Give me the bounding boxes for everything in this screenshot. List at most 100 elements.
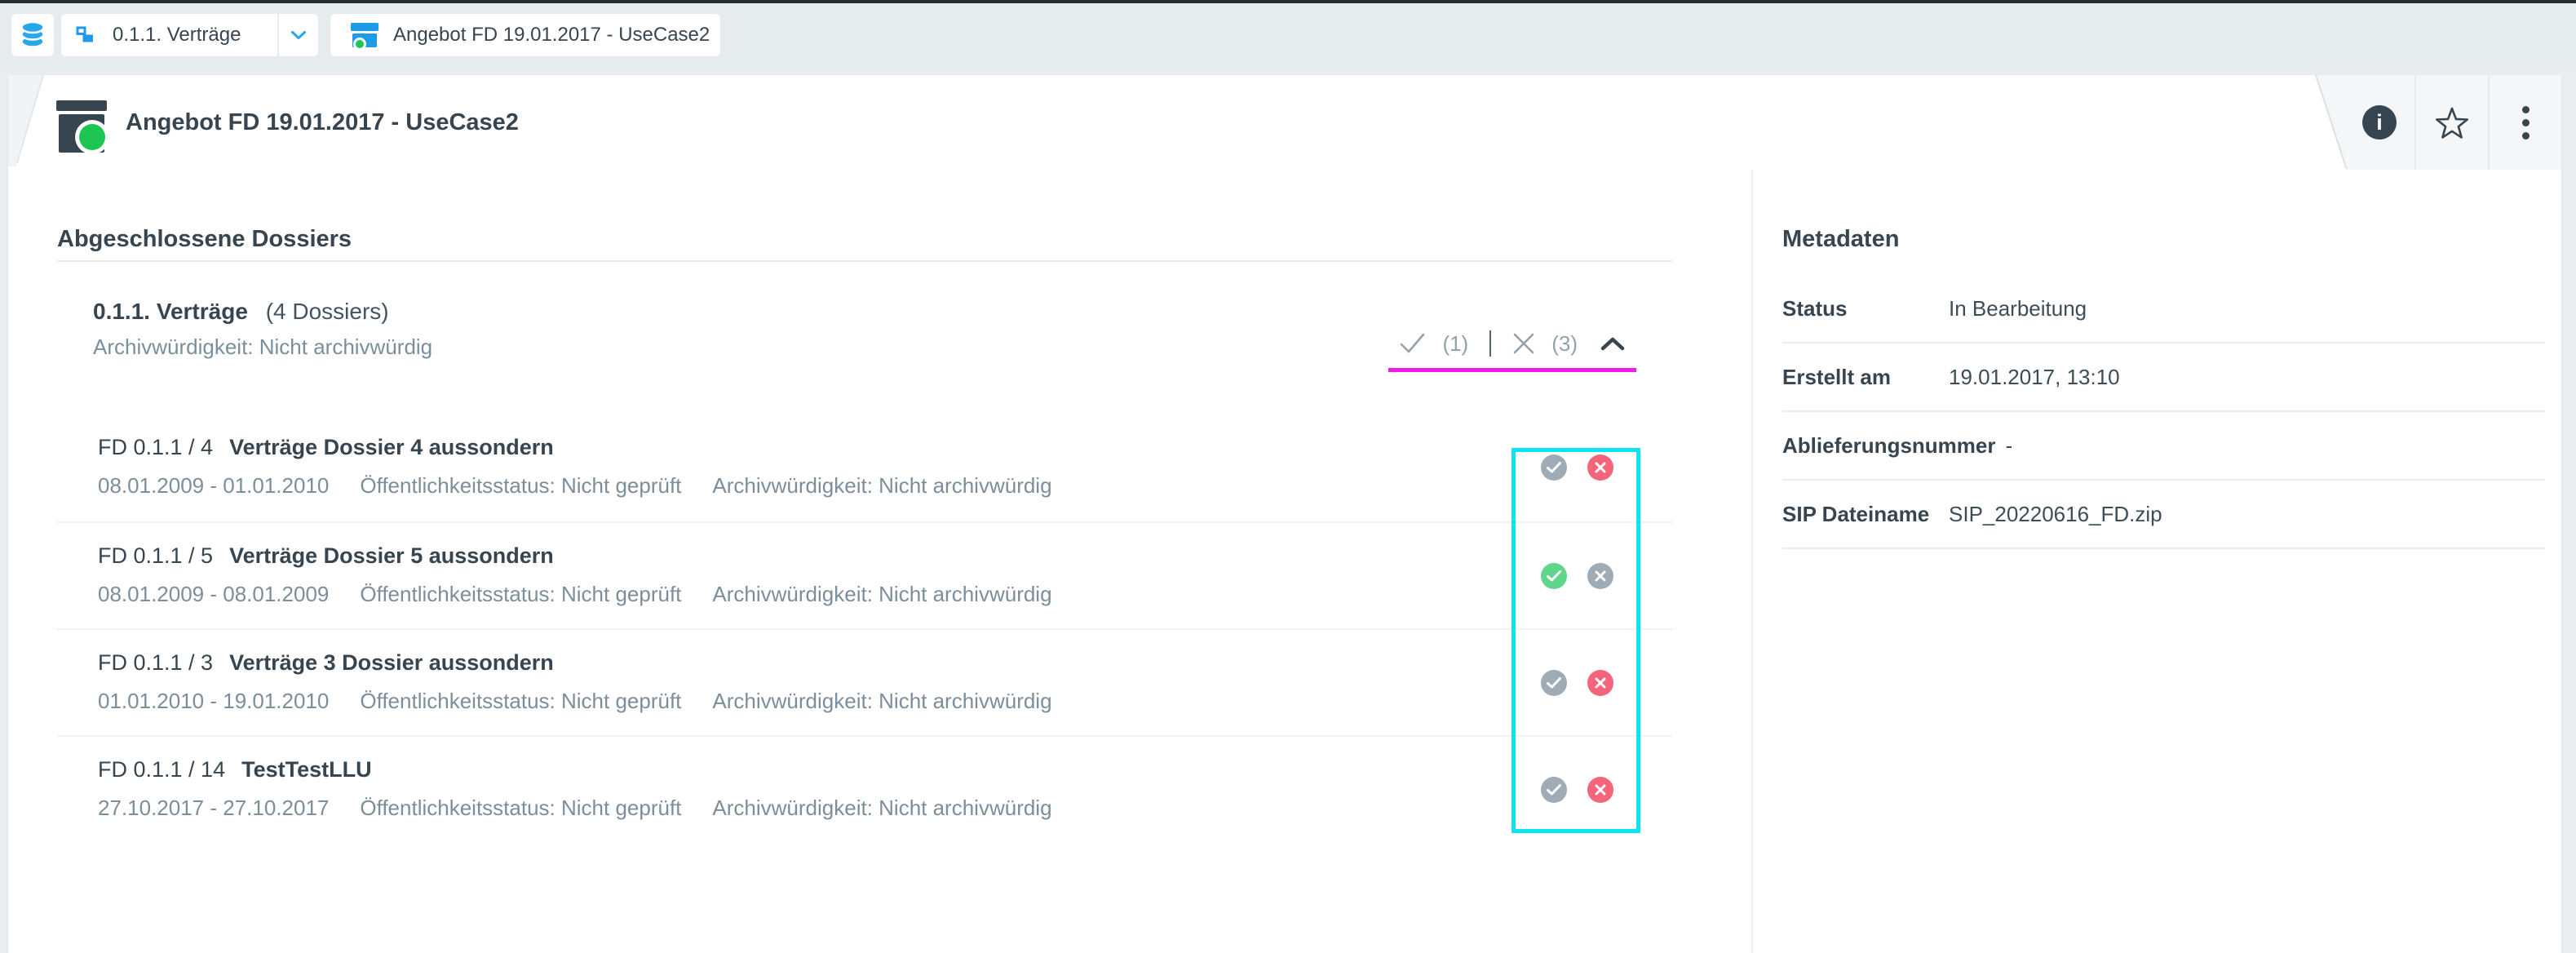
header-actions: i [2307, 75, 2561, 170]
dossier-title-line: FD 0.1.1 / 3 Verträge 3 Dossier aussonder… [98, 649, 1672, 676]
accept-dossier-button[interactable] [1541, 454, 1567, 481]
dossier-id: FD 0.1.1 / 5 [98, 543, 213, 568]
dossier-meta-line: 01.01.2010 - 19.01.2010 Öffentlichkeitsst… [98, 688, 1672, 714]
check-icon [1400, 333, 1426, 354]
heading-divider [57, 260, 1672, 262]
tab-bar: 0.1.1. Verträge Angebot FD 19.01.2017 - … [11, 14, 720, 56]
metadata-label: Status [1782, 296, 1949, 321]
accept-dossier-button[interactable] [1541, 563, 1567, 589]
dossier-meta-line: 08.01.2009 - 01.01.2010 Öffentlichkeitsst… [98, 472, 1672, 499]
metadata-panel: Metadaten Status In Bearbeitung Erstellt… [1751, 170, 2561, 953]
metadata-value: In Bearbeitung [1949, 296, 2087, 321]
hierarchy-icon [76, 26, 94, 44]
dossier-row[interactable]: FD 0.1.1 / 14 TestTestLLU 27.10.2017 - 27… [57, 735, 1672, 842]
dossier-id: FD 0.1.1 / 14 [98, 757, 225, 782]
metadata-value: - [2006, 433, 2013, 459]
metadata-row: Erstellt am 19.01.2017, 13:10 [1782, 344, 2545, 412]
dossier-list-section: Abgeschlossene Dossiers 0.1.1. Verträge … [57, 170, 1672, 953]
dossier-date-range: 08.01.2009 - 01.01.2010 [98, 473, 329, 498]
chevron-down-icon [290, 30, 307, 40]
accepted-count: (1) [1442, 331, 1468, 357]
dossier-archival-status: Archivwürdigkeit: Nicht archivwürdig [712, 473, 1051, 498]
dossier-title-line: FD 0.1.1 / 14 TestTestLLU [98, 756, 1672, 783]
metadata-label: Ablieferungsnummer [1782, 433, 2006, 459]
card-body: Abgeschlossene Dossiers 0.1.1. Verträge … [8, 170, 2561, 953]
archive-box-logo [56, 100, 107, 153]
dossier-decision-buttons [1541, 563, 1613, 589]
reject-dossier-button[interactable] [1587, 563, 1613, 589]
metadata-row: Ablieferungsnummer - [1782, 412, 2545, 481]
card-header: Angebot FD 19.01.2017 - UseCase2 i [8, 75, 2561, 170]
metadata-value: SIP_20220616_FD.zip [1949, 502, 2162, 527]
dossier-decision-buttons [1541, 670, 1613, 696]
dossier-archival-status: Archivwürdigkeit: Nicht archivwürdig [712, 582, 1051, 606]
group-title: 0.1.1. Verträge [93, 299, 248, 324]
x-icon [1512, 332, 1535, 355]
dossier-archival-status: Archivwürdigkeit: Nicht archivwürdig [712, 796, 1051, 820]
dossier-id: FD 0.1.1 / 3 [98, 650, 213, 675]
summary-separator [1489, 330, 1491, 357]
group-count: (4 Dossiers) [266, 299, 389, 324]
database-layers-icon [18, 20, 47, 50]
metadata-label: SIP Dateiname [1782, 502, 1949, 527]
dossier-title-line: FD 0.1.1 / 4 Verträge Dossier 4 aussonder… [98, 434, 1672, 461]
context-tab-label: 0.1.1. Verträge [113, 24, 241, 47]
dossier-rows: FD 0.1.1 / 4 Verträge Dossier 4 aussonder… [57, 414, 1672, 842]
document-tab-label: Angebot FD 19.01.2017 - UseCase2 [393, 24, 710, 47]
chevron-up-icon [1600, 336, 1625, 351]
dossier-decision-buttons [1541, 454, 1613, 481]
collapse-group-button[interactable] [1600, 336, 1625, 351]
dossier-row[interactable]: FD 0.1.1 / 3 Verträge 3 Dossier aussonder… [57, 628, 1672, 735]
review-summary[interactable]: (1) (3) [1388, 330, 1636, 372]
dossier-title-line: FD 0.1.1 / 5 Verträge Dossier 5 aussonder… [98, 543, 1672, 570]
dossier-date-range: 01.01.2010 - 19.01.2010 [98, 689, 329, 713]
dossier-date-range: 27.10.2017 - 27.10.2017 [98, 796, 329, 820]
dossier-name: TestTestLLU [241, 757, 372, 782]
dossier-row[interactable]: FD 0.1.1 / 5 Verträge Dossier 5 aussonder… [57, 521, 1672, 628]
metadata-heading: Metadaten [1782, 225, 2561, 254]
dossier-row[interactable]: FD 0.1.1 / 4 Verträge Dossier 4 aussonder… [57, 414, 1672, 521]
dossier-group-header: 0.1.1. Verträge (4 Dossiers) Archivwürdi… [57, 298, 1672, 360]
dossier-archival-status: Archivwürdigkeit: Nicht archivwürdig [712, 689, 1051, 713]
dossier-box-icon [350, 20, 379, 50]
dossier-name: Verträge Dossier 4 aussondern [229, 435, 554, 459]
context-tab: 0.1.1. Verträge [61, 14, 318, 56]
metadata-row: SIP Dateiname SIP_20220616_FD.zip [1782, 481, 2545, 549]
content-card: Angebot FD 19.01.2017 - UseCase2 i [8, 75, 2561, 953]
accept-dossier-button[interactable] [1541, 670, 1567, 696]
document-tab-button[interactable]: Angebot FD 19.01.2017 - UseCase2 [330, 14, 720, 56]
section-heading: Abgeschlossene Dossiers [57, 225, 1672, 254]
favorite-button[interactable] [2414, 75, 2488, 170]
dossier-date-range: 08.01.2009 - 08.01.2009 [98, 582, 329, 606]
dossier-name: Verträge 3 Dossier aussondern [229, 650, 554, 675]
accept-dossier-button[interactable] [1541, 777, 1567, 803]
more-menu-button[interactable] [2488, 75, 2561, 170]
metadata-label: Erstellt am [1782, 365, 1949, 390]
reject-dossier-button[interactable] [1587, 777, 1613, 803]
metadata-list: Status In Bearbeitung Erstellt am 19.01.… [1782, 275, 2561, 549]
dossier-meta-line: 08.01.2009 - 08.01.2009 Öffentlichkeitsst… [98, 581, 1672, 607]
dossier-decision-buttons [1541, 777, 1613, 803]
dossier-id: FD 0.1.1 / 4 [98, 435, 213, 459]
kebab-menu-icon [2522, 106, 2530, 140]
dossier-public-status: Öffentlichkeitsstatus: Nicht geprüft [360, 473, 681, 498]
reject-dossier-button[interactable] [1587, 670, 1613, 696]
dossier-public-status: Öffentlichkeitsstatus: Nicht geprüft [360, 796, 681, 820]
home-tab-button[interactable] [11, 14, 54, 56]
dossier-name: Verträge Dossier 5 aussondern [229, 543, 554, 568]
context-tab-caret-button[interactable] [277, 14, 318, 56]
info-button[interactable]: i [2307, 75, 2414, 170]
star-icon [2435, 105, 2469, 140]
rejected-count: (3) [1551, 331, 1578, 357]
context-tab-button[interactable]: 0.1.1. Verträge [61, 14, 277, 56]
info-icon: i [2362, 105, 2397, 140]
app-window: 0.1.1. Verträge Angebot FD 19.01.2017 - … [0, 0, 2576, 953]
page-title: Angebot FD 19.01.2017 - UseCase2 [126, 104, 519, 140]
metadata-value: 19.01.2017, 13:10 [1949, 365, 2120, 390]
dossier-meta-line: 27.10.2017 - 27.10.2017 Öffentlichkeitsst… [98, 795, 1672, 821]
reject-dossier-button[interactable] [1587, 454, 1613, 481]
dossier-public-status: Öffentlichkeitsstatus: Nicht geprüft [360, 582, 681, 606]
group-title-line: 0.1.1. Verträge (4 Dossiers) [93, 298, 1672, 326]
dossier-public-status: Öffentlichkeitsstatus: Nicht geprüft [360, 689, 681, 713]
metadata-row: Status In Bearbeitung [1782, 275, 2545, 344]
